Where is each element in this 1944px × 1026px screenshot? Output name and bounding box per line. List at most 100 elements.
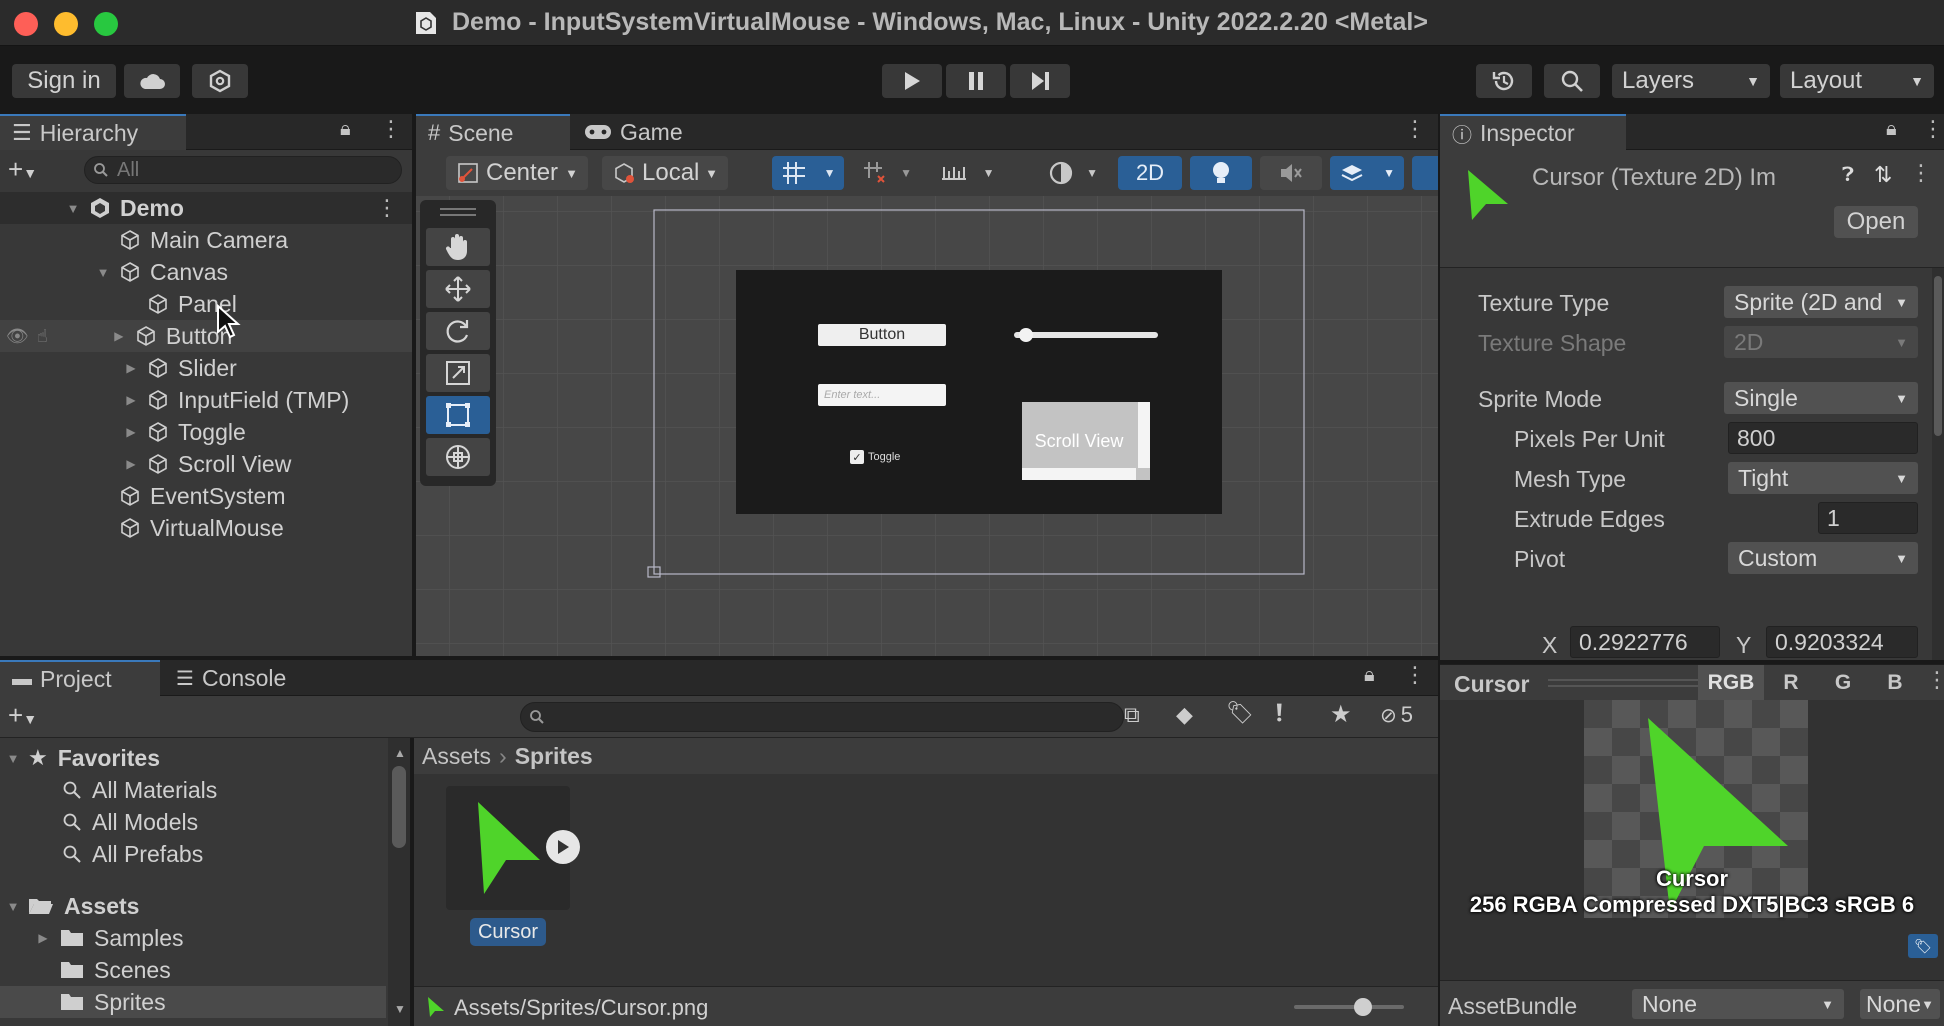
search-window-icon[interactable]: ⧉ bbox=[1124, 702, 1140, 728]
help-icon[interactable]: ❓︎ bbox=[1842, 164, 1854, 187]
visibility-eye-icon[interactable]: 👁︎ bbox=[6, 326, 29, 347]
more-menu-icon[interactable]: ⋮ bbox=[380, 116, 402, 142]
filter-by-label-icon[interactable]: 🏷︎ bbox=[1226, 700, 1254, 726]
scroll-view-scrollbar-horizontal[interactable] bbox=[1022, 468, 1136, 480]
scene-ui-slider[interactable] bbox=[1014, 328, 1158, 342]
icon-size-slider[interactable] bbox=[1294, 998, 1404, 1016]
hierarchy-item-scroll-view[interactable]: ▶ Scroll View bbox=[0, 448, 291, 480]
tab-game[interactable]: Game bbox=[572, 114, 712, 150]
pixels-per-unit-field[interactable]: 800 bbox=[1728, 422, 1918, 454]
hierarchy-item-main-camera[interactable]: Main Camera bbox=[0, 224, 288, 256]
incremental-snap-button[interactable]: ▼ bbox=[856, 156, 918, 190]
hierarchy-item-inputfield[interactable]: ▶ InputField (TMP) bbox=[0, 384, 349, 416]
collapse-arrow-icon[interactable]: ▶ bbox=[124, 457, 138, 471]
favorite-star-icon[interactable]: ★ bbox=[1330, 700, 1352, 729]
scene-ui-inputfield[interactable]: Enter text... bbox=[818, 384, 946, 406]
expand-arrow-icon[interactable]: ▼ bbox=[96, 265, 110, 280]
scroll-down-arrow-icon[interactable]: ▼ bbox=[394, 1002, 406, 1016]
hierarchy-search-input[interactable]: All bbox=[84, 156, 402, 184]
collapse-arrow-icon[interactable]: ▶ bbox=[124, 361, 138, 375]
channel-g-button[interactable]: G bbox=[1818, 665, 1868, 701]
mesh-type-dropdown[interactable]: Tight ▼ bbox=[1728, 462, 1918, 494]
sprite-mode-dropdown[interactable]: Single ▼ bbox=[1724, 382, 1918, 414]
space-dropdown[interactable]: Local ▼ bbox=[602, 156, 728, 190]
pause-button[interactable] bbox=[946, 64, 1006, 98]
breadcrumb-assets[interactable]: Assets bbox=[422, 743, 491, 770]
asset-tile-cursor[interactable] bbox=[446, 786, 580, 910]
expand-arrow-icon[interactable]: ▼ bbox=[66, 201, 80, 216]
more-menu-icon[interactable]: ⋮ bbox=[1922, 116, 1944, 142]
hierarchy-item-virtualmouse[interactable]: VirtualMouse bbox=[0, 512, 284, 544]
preview-drag-handle[interactable] bbox=[1548, 679, 1698, 687]
extrude-edges-field[interactable]: 1 bbox=[1818, 502, 1918, 534]
collapse-arrow-icon[interactable]: ▶ bbox=[36, 931, 50, 945]
step-button[interactable] bbox=[1010, 64, 1070, 98]
draw-mode-dropdown[interactable]: ▼ bbox=[1042, 156, 1104, 190]
fav-item-all-materials[interactable]: All Materials bbox=[0, 774, 217, 806]
scene-visibility-toggle[interactable] bbox=[1412, 156, 1438, 190]
tab-inspector[interactable]: ⓘ Inspector bbox=[1440, 114, 1626, 150]
ruler-snap-button[interactable]: ▼ bbox=[932, 156, 1002, 190]
lock-icon[interactable]: 🔒︎ bbox=[340, 118, 351, 141]
assets-row[interactable]: ▼ Assets bbox=[0, 890, 140, 922]
collapse-arrow-icon[interactable]: ▶ bbox=[124, 393, 138, 407]
scene-ui-button[interactable]: Button bbox=[818, 324, 946, 346]
hand-tool-button[interactable] bbox=[426, 228, 490, 266]
channel-r-button[interactable]: R bbox=[1766, 665, 1816, 701]
folder-sprites[interactable]: Sprites bbox=[0, 986, 386, 1018]
pivot-x-field[interactable]: 0.2922776 bbox=[1570, 626, 1720, 658]
tab-hierarchy[interactable]: ☰ Hierarchy bbox=[0, 114, 186, 150]
scene-root-row[interactable]: ▼ Demo ⋮ bbox=[0, 192, 412, 224]
scrollbar-thumb[interactable] bbox=[392, 766, 406, 848]
minimize-window-button[interactable] bbox=[54, 12, 78, 36]
scroll-up-arrow-icon[interactable]: ▲ bbox=[394, 746, 406, 760]
slider-handle[interactable] bbox=[1354, 998, 1372, 1016]
scroll-view-scrollbar-vertical[interactable] bbox=[1138, 402, 1150, 468]
pivot-dropdown-inspector[interactable]: Custom ▼ bbox=[1728, 542, 1918, 574]
palette-drag-handle[interactable] bbox=[440, 208, 476, 216]
undo-history-button[interactable] bbox=[1476, 64, 1532, 98]
create-add-button[interactable]: +▼ bbox=[8, 154, 37, 185]
texture-type-dropdown[interactable]: Sprite (2D and ▼ bbox=[1724, 286, 1918, 318]
sign-in-button[interactable]: Sign in bbox=[12, 64, 116, 98]
hierarchy-item-toggle[interactable]: ▶ Toggle bbox=[0, 416, 245, 448]
grid-snap-toggle[interactable]: ▼ bbox=[772, 156, 844, 190]
hierarchy-item-canvas[interactable]: ▼ Canvas bbox=[0, 256, 228, 288]
lock-icon[interactable]: 🔒︎ bbox=[1364, 664, 1375, 687]
folder-tree-scrollbar[interactable]: ▲ ▼ bbox=[388, 738, 410, 1026]
project-search-input[interactable] bbox=[520, 702, 1124, 732]
expand-sprites-button[interactable] bbox=[546, 830, 580, 864]
hidden-packages-toggle[interactable]: ⊘ 5 bbox=[1380, 702, 1413, 728]
effects-dropdown[interactable]: ▼ bbox=[1330, 156, 1404, 190]
scrollbar-thumb[interactable] bbox=[1934, 276, 1942, 436]
tab-scene[interactable]: # Scene bbox=[416, 114, 570, 150]
lighting-toggle[interactable] bbox=[1190, 156, 1252, 190]
hierarchy-item-button[interactable]: 👁︎ ☝︎ ▶ Button bbox=[0, 320, 412, 352]
cloud-button[interactable] bbox=[124, 64, 180, 98]
move-tool-button[interactable] bbox=[426, 270, 490, 308]
2d-mode-toggle[interactable]: 2D bbox=[1118, 156, 1182, 190]
component-menu-icon[interactable]: ⋮ bbox=[1910, 160, 1932, 186]
layers-dropdown[interactable]: Layers ▼ bbox=[1612, 64, 1770, 98]
preset-sliders-icon[interactable]: ⇅ bbox=[1874, 162, 1892, 188]
transform-tool-button[interactable] bbox=[426, 438, 490, 476]
inspector-scrollbar[interactable] bbox=[1932, 268, 1944, 660]
play-button[interactable] bbox=[882, 64, 942, 98]
lock-icon[interactable]: 🔒︎ bbox=[1886, 118, 1897, 141]
pivot-y-field[interactable]: 0.9203324 bbox=[1766, 626, 1918, 658]
warning-filter-icon[interactable]: ❗︎ bbox=[1276, 700, 1283, 728]
more-menu-icon[interactable]: ⋮ bbox=[1404, 662, 1426, 688]
pickable-hand-icon[interactable]: ☝︎ bbox=[37, 326, 48, 347]
scene-ui-scrollview[interactable]: Scroll View bbox=[1022, 402, 1150, 480]
channel-b-button[interactable]: B bbox=[1870, 665, 1920, 701]
tab-project[interactable]: ▬ Project bbox=[0, 660, 160, 696]
breadcrumb-sprites[interactable]: Sprites bbox=[515, 743, 593, 770]
scene-ui-toggle[interactable]: ✓ Toggle bbox=[850, 450, 900, 464]
rotate-tool-button[interactable] bbox=[426, 312, 490, 350]
fav-item-all-models[interactable]: All Models bbox=[0, 806, 198, 838]
scale-tool-button[interactable] bbox=[426, 354, 490, 392]
collab-button[interactable] bbox=[192, 64, 248, 98]
pivot-dropdown[interactable]: Center ▼ bbox=[446, 156, 588, 190]
scene-menu-icon[interactable]: ⋮ bbox=[376, 195, 398, 221]
folder-samples[interactable]: ▶ Samples bbox=[0, 922, 183, 954]
